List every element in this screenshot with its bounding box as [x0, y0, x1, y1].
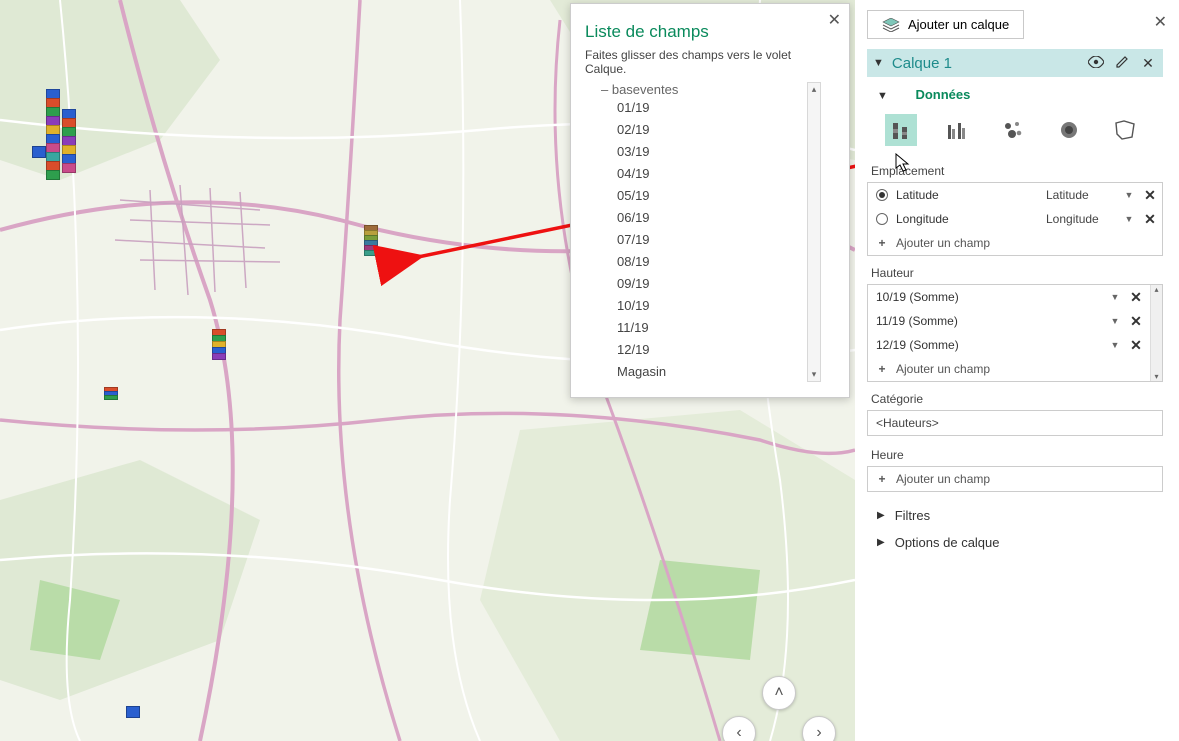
map-tilt-up-button[interactable]: ˄ [762, 676, 796, 710]
layer-name[interactable]: Calque 1 [892, 55, 1079, 72]
plus-icon: + [876, 236, 888, 250]
collapse-layer-icon[interactable]: ▼ [873, 57, 884, 69]
field-tree: – baseventes 01/19 02/19 03/19 04/19 05/… [585, 82, 835, 382]
categorie-box[interactable]: <Hauteurs> [867, 410, 1163, 436]
eye-icon[interactable] [1087, 55, 1105, 71]
field-type: Longitude [1046, 212, 1116, 226]
map-marker-stack [364, 226, 378, 256]
chevron-down-icon[interactable]: ▼ [1124, 190, 1134, 200]
location-field-row: Longitude Longitude ▼ ✕ [868, 207, 1162, 231]
map-marker-stack [62, 110, 76, 173]
viz-heatmap-button[interactable] [1053, 114, 1085, 146]
add-time-field[interactable]: + Ajouter un champ [868, 467, 1162, 491]
chevron-right-icon: ▶ [877, 510, 885, 521]
viz-bubble-button[interactable] [997, 114, 1029, 146]
close-icon[interactable]: ✕ [828, 10, 841, 30]
field-item[interactable]: 04/19 [617, 163, 821, 185]
field-item[interactable]: 07/19 [617, 229, 821, 251]
map-marker-cube [32, 146, 46, 158]
filters-label: Filtres [895, 508, 930, 523]
remove-field-icon[interactable]: ✕ [1142, 187, 1158, 204]
hauteur-label: Hauteur [871, 266, 1163, 280]
categorie-label: Catégorie [871, 392, 1163, 406]
scrollbar[interactable]: ▴▾ [1150, 285, 1162, 381]
remove-field-icon[interactable]: ✕ [1128, 337, 1144, 354]
field-name: 10/19 (Somme) [876, 290, 1102, 304]
add-layer-label: Ajouter un calque [908, 17, 1009, 32]
categorie-value: <Hauteurs> [876, 416, 939, 430]
heure-box: + Ajouter un champ [867, 466, 1163, 492]
map-marker-cube [126, 706, 140, 718]
add-layer-button[interactable]: Ajouter un calque [867, 10, 1024, 39]
field-tree-root[interactable]: – baseventes [585, 82, 821, 97]
layer-panel: ✕ Ajouter un calque ▼ Calque 1 ✕ ▼ Donné… [855, 0, 1179, 741]
field-list-hint: Faites glisser des champs vers le volet … [585, 48, 835, 76]
add-field-label: Ajouter un champ [896, 236, 990, 250]
delete-layer-icon[interactable]: ✕ [1139, 55, 1157, 72]
height-field-row: 12/19 (Somme) ▼ ✕ [868, 333, 1148, 357]
field-item[interactable]: Magasin [617, 361, 821, 382]
layers-icon [882, 18, 900, 32]
radio-longitude[interactable] [876, 213, 888, 225]
scrollbar[interactable]: ▴ ▾ [807, 82, 821, 382]
remove-field-icon[interactable]: ✕ [1128, 313, 1144, 330]
plus-icon: + [876, 472, 888, 486]
add-field-label: Ajouter un champ [896, 472, 990, 486]
field-item[interactable]: 06/19 [617, 207, 821, 229]
remove-field-icon[interactable]: ✕ [1128, 289, 1144, 306]
height-field-row: 11/19 (Somme) ▼ ✕ [868, 309, 1148, 333]
map-marker-stack [104, 388, 118, 400]
scroll-down-icon[interactable]: ▾ [811, 368, 818, 381]
viz-clustered-column-button[interactable] [941, 114, 973, 146]
map-marker-stack [212, 330, 226, 360]
add-location-field[interactable]: + Ajouter un champ [868, 231, 1162, 255]
collapse-icon[interactable]: ▼ [877, 90, 889, 102]
field-name: Latitude [896, 188, 1038, 202]
chevron-right-icon: ▶ [877, 537, 885, 548]
data-section-title: Données [915, 87, 970, 102]
layer-options-expander[interactable]: ▶ Options de calque [867, 529, 1163, 556]
heure-label: Heure [871, 448, 1163, 462]
remove-field-icon[interactable]: ✕ [1142, 211, 1158, 228]
field-item[interactable]: 02/19 [617, 119, 821, 141]
plus-icon: + [876, 362, 888, 376]
field-item[interactable]: 09/19 [617, 273, 821, 295]
height-field-row: 10/19 (Somme) ▼ ✕ [868, 285, 1148, 309]
field-list-panel: ✕ Liste de champs Faites glisser des cha… [570, 3, 850, 398]
viz-region-button[interactable] [1109, 114, 1141, 146]
field-name: Longitude [896, 212, 1038, 226]
close-icon[interactable]: ✕ [1154, 12, 1167, 32]
location-field-row: Latitude Latitude ▼ ✕ [868, 183, 1162, 207]
field-item[interactable]: 03/19 [617, 141, 821, 163]
filters-expander[interactable]: ▶ Filtres [867, 502, 1163, 529]
layer-options-label: Options de calque [895, 535, 1000, 550]
chevron-down-icon[interactable]: ▼ [1124, 214, 1134, 224]
chevron-down-icon[interactable]: ▼ [1110, 292, 1120, 302]
field-item[interactable]: 12/19 [617, 339, 821, 361]
field-type: Latitude [1046, 188, 1116, 202]
chevron-down-icon[interactable]: ▼ [1110, 316, 1120, 326]
add-field-label: Ajouter un champ [896, 362, 990, 376]
map-marker-stack [46, 90, 60, 180]
field-item[interactable]: 11/19 [617, 317, 821, 339]
field-item[interactable]: 01/19 [617, 97, 821, 119]
viz-stacked-column-button[interactable] [885, 114, 917, 146]
field-name: 12/19 (Somme) [876, 338, 1102, 352]
hauteur-box: 10/19 (Somme) ▼ ✕ 11/19 (Somme) ▼ ✕ 12/1… [867, 284, 1163, 382]
scroll-up-icon[interactable]: ▴ [811, 83, 818, 96]
field-list-title: Liste de champs [585, 22, 835, 42]
emplacement-box: Latitude Latitude ▼ ✕ Longitude Longitud… [867, 182, 1163, 256]
field-item[interactable]: 10/19 [617, 295, 821, 317]
chevron-down-icon[interactable]: ▼ [1110, 340, 1120, 350]
field-item[interactable]: 05/19 [617, 185, 821, 207]
field-item[interactable]: 08/19 [617, 251, 821, 273]
visualization-type-row [867, 110, 1163, 158]
layer-header: ▼ Calque 1 ✕ [867, 49, 1163, 77]
add-height-field[interactable]: + Ajouter un champ [868, 357, 1148, 381]
field-name: 11/19 (Somme) [876, 314, 1102, 328]
pencil-icon[interactable] [1113, 55, 1131, 72]
emplacement-label: Emplacement [871, 164, 1163, 178]
radio-latitude[interactable] [876, 189, 888, 201]
